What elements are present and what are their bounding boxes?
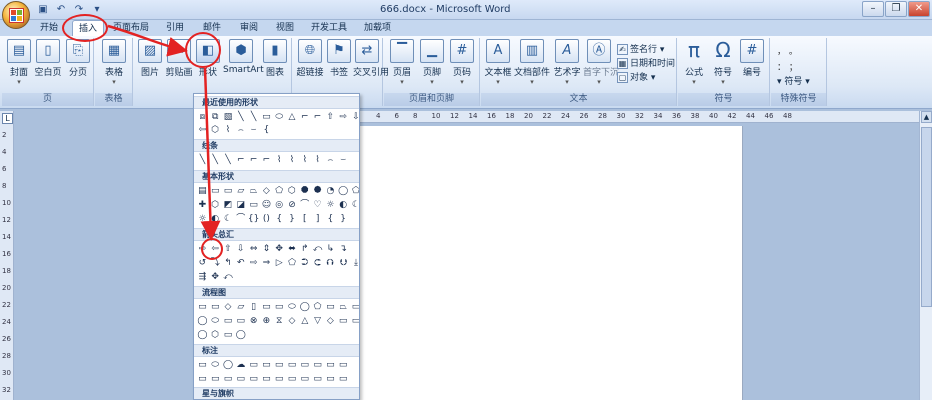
- office-logo-icon: [9, 8, 24, 23]
- annotation-arrows: [107, 24, 221, 241]
- office-button[interactable]: [2, 1, 30, 29]
